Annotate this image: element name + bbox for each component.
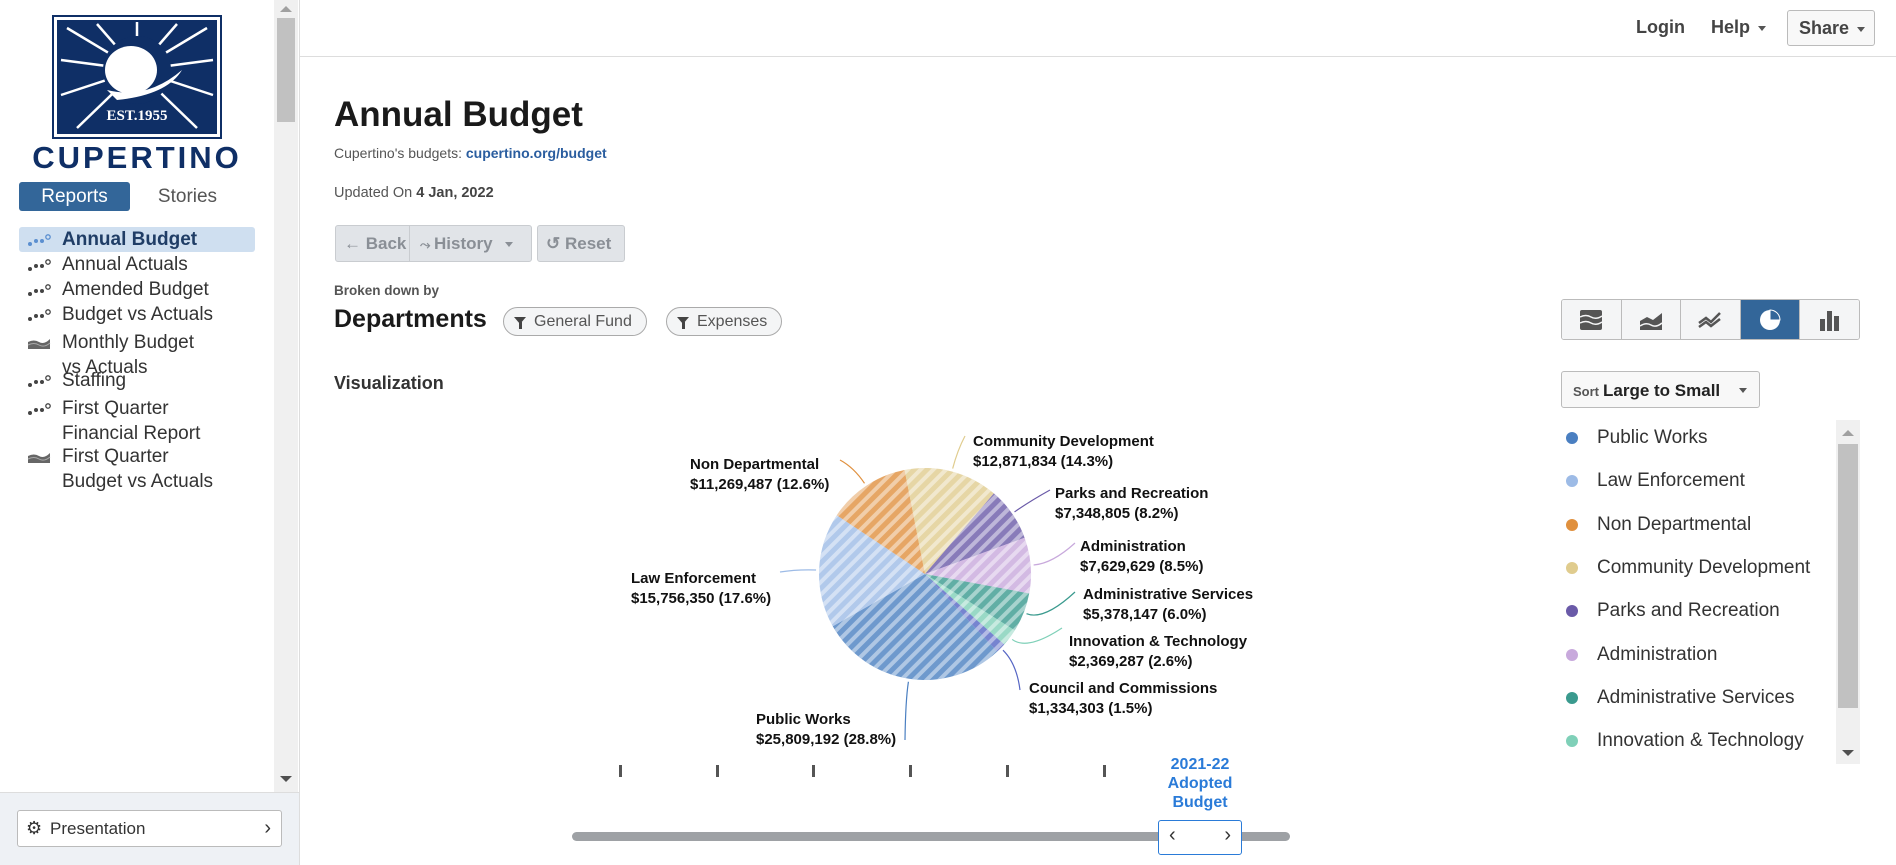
pie-label-pct: 8.5%	[1164, 558, 1199, 575]
next-period-button[interactable]: ›	[1224, 824, 1231, 847]
pie-label: Administration $7,629,629 (8.5%)	[1080, 537, 1203, 577]
pie-label-name: Administration	[1080, 538, 1186, 555]
leader-line	[779, 569, 817, 573]
pie-label: Council and Commissions $1,334,303 (1.5%)	[1029, 679, 1217, 719]
pie-label-name: Council and Commissions	[1029, 680, 1218, 697]
leader-line	[839, 459, 866, 484]
pie-label-value: $1,334,303 (1.5%)	[1029, 700, 1153, 717]
pie-label-amount: $5,378,147	[1083, 606, 1159, 623]
pie-label-amount: $1,334,303	[1029, 700, 1105, 717]
pie-label-amount: $11,269,487	[690, 476, 773, 493]
pie-label-amount: $7,629,629	[1080, 558, 1156, 575]
timeline-tick[interactable]	[1006, 765, 1009, 777]
pie-label-value: $7,348,805 (8.2%)	[1055, 505, 1179, 522]
period-year: 2021-22	[1170, 756, 1230, 773]
pie-label-pct: 1.5%	[1113, 700, 1148, 717]
pie-label: Parks and Recreation $7,348,805 (8.2%)	[1055, 484, 1208, 524]
period-type: Adopted	[1167, 775, 1233, 792]
leader-line	[1026, 591, 1076, 616]
leader-line	[1011, 627, 1063, 644]
pie-label-name: Parks and Recreation	[1055, 485, 1209, 502]
timeline-tick[interactable]	[1103, 765, 1106, 777]
pie-label-value: $5,378,147 (6.0%)	[1083, 606, 1207, 623]
period-kind: Budget	[1172, 794, 1228, 811]
leader-line	[952, 435, 966, 469]
pie-label-value: $15,756,350 (17.6%)	[631, 590, 772, 607]
pie-label: Non Departmental $11,269,487 (12.6%)	[690, 455, 829, 495]
pie-label-value: $11,269,487 (12.6%)	[690, 476, 830, 493]
pie-label-value: $2,369,287 (2.6%)	[1069, 653, 1193, 670]
leader-line	[904, 681, 910, 741]
pie-label-name: Innovation & Technology	[1069, 633, 1248, 650]
timeline-tick[interactable]	[619, 765, 622, 777]
pie-label-amount: $7,348,805	[1055, 505, 1131, 522]
pie-label-amount: $15,756,350	[631, 590, 715, 607]
timeline-tick[interactable]	[909, 765, 912, 777]
pie-label-pct: 2.6%	[1153, 653, 1188, 670]
pie-label-amount: $12,871,834	[973, 453, 1057, 470]
pie-label-pct: 8.2%	[1139, 505, 1174, 522]
pie-label-value: $7,629,629 (8.5%)	[1080, 558, 1204, 575]
pie-label-value: $25,809,192 (28.8%)	[756, 731, 897, 748]
previous-period-button[interactable]: ‹	[1169, 824, 1176, 847]
pie-label-name: Community Development	[973, 433, 1154, 450]
pie-label-value: $12,871,834 (14.3%)	[973, 453, 1114, 470]
pie-label-pct: 28.8%	[848, 731, 892, 748]
pie-label: Community Development $12,871,834 (14.3%)	[973, 432, 1154, 472]
pie-label-name: Public Works	[756, 711, 851, 728]
timeline-tick[interactable]	[716, 765, 719, 777]
pie-label: Law Enforcement $15,756,350 (17.6%)	[631, 569, 771, 609]
leader-line	[1033, 542, 1076, 566]
timeline-tick[interactable]	[812, 765, 815, 777]
pie-label: Public Works $25,809,192 (28.8%)	[756, 710, 896, 750]
leader-line	[1014, 489, 1051, 513]
period-label: 2021-22 Adopted Budget	[1140, 755, 1260, 812]
timeline-handle[interactable]: ‹ ›	[1158, 820, 1242, 855]
pie-label-pct: 17.6%	[723, 590, 767, 607]
pie-label-pct: 6.0%	[1167, 606, 1202, 623]
leader-line	[1002, 649, 1021, 691]
pie-label: Administrative Services $5,378,147 (6.0%)	[1083, 585, 1253, 625]
pie-label-pct: 12.6%	[781, 476, 825, 493]
pie-label-name: Non Departmental	[690, 456, 820, 473]
pie-label: Innovation & Technology $2,369,287 (2.6%)	[1069, 632, 1247, 672]
pie-label-name: Administrative Services	[1083, 586, 1254, 603]
pie-label-amount: $25,809,192	[756, 731, 840, 748]
pie-label-amount: $2,369,287	[1069, 653, 1145, 670]
pie-label-name: Law Enforcement	[631, 570, 757, 587]
pie-chart	[779, 435, 1076, 741]
pie-label-pct: 14.3%	[1065, 453, 1109, 470]
